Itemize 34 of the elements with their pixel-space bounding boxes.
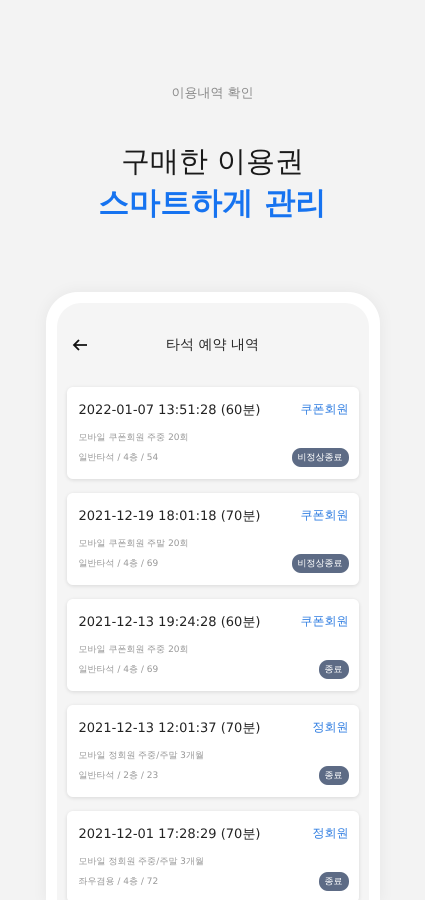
reservation-datetime: 2022-01-07 13:51:28 (60분) <box>78 402 260 419</box>
member-type: 쿠폰회원 <box>300 613 348 630</box>
reservation-card[interactable]: 2021-12-13 12:01:37 (70분) 정회원 모바일 정회원 주중/주말 3개월 일반타석 / 2층 / 23 종료 <box>66 704 358 797</box>
seat-info: 일반타석 / 4층 / 69 <box>78 664 158 676</box>
status-badge: 비정상종료 <box>292 554 348 573</box>
headline: 구매한 이용권 <box>120 144 304 179</box>
headline-highlight: 스마트하게 관리 <box>98 184 326 222</box>
member-type: 쿠폰회원 <box>300 401 348 418</box>
reservation-card[interactable]: 2021-12-13 19:24:28 (60분) 쿠폰회원 모바일 쿠폰회원 주중 20회 일반타석 / 4층 / 69 종료 <box>66 598 358 691</box>
seat-info: 좌우겸용 / 4층 / 72 <box>78 876 158 888</box>
screen-title: 타석 예약 내역 <box>166 336 259 354</box>
pass-name: 모바일 정회원 주중/주말 3개월 <box>78 750 205 762</box>
member-type: 쿠폰회원 <box>300 507 348 524</box>
pass-name: 모바일 쿠폰회원 주말 20회 <box>78 538 190 550</box>
pass-name: 모바일 쿠폰회원 주중 20회 <box>78 432 190 444</box>
seat-info: 일반타석 / 2층 / 23 <box>78 770 158 782</box>
status-badge: 종료 <box>318 872 348 891</box>
reservation-card[interactable]: 2021-12-01 17:28:29 (70분) 정회원 모바일 정회원 주중/주말 3개월 좌우겸용 / 4층 / 72 종료 <box>66 810 358 900</box>
status-badge: 종료 <box>318 766 348 785</box>
reservation-card[interactable]: 2021-12-19 18:01:18 (70분) 쿠폰회원 모바일 쿠폰회원 주말 20회 일반타석 / 4층 / 69 비정상종료 <box>66 492 358 585</box>
reservation-datetime: 2021-12-19 18:01:18 (70분) <box>78 508 260 525</box>
reservation-card[interactable]: 2022-01-07 13:51:28 (60분) 쿠폰회원 모바일 쿠폰회원 주중 20회 일반타석 / 4층 / 54 비정상종료 <box>66 386 358 479</box>
reservation-datetime: 2021-12-13 12:01:37 (70분) <box>78 720 260 737</box>
member-type: 정회원 <box>312 825 348 842</box>
reservation-datetime: 2021-12-01 17:28:29 (70분) <box>78 826 260 843</box>
member-type: 정회원 <box>312 719 348 736</box>
seat-info: 일반타석 / 4층 / 54 <box>78 452 158 464</box>
status-badge: 비정상종료 <box>292 448 348 467</box>
status-badge: 종료 <box>318 660 348 679</box>
section-label: 이용내역 확인 <box>171 85 254 102</box>
pass-name: 모바일 정회원 주중/주말 3개월 <box>78 856 205 868</box>
reservation-datetime: 2021-12-13 19:24:28 (60분) <box>78 614 260 631</box>
pass-name: 모바일 쿠폰회원 주중 20회 <box>78 644 190 656</box>
seat-info: 일반타석 / 4층 / 69 <box>78 558 158 570</box>
